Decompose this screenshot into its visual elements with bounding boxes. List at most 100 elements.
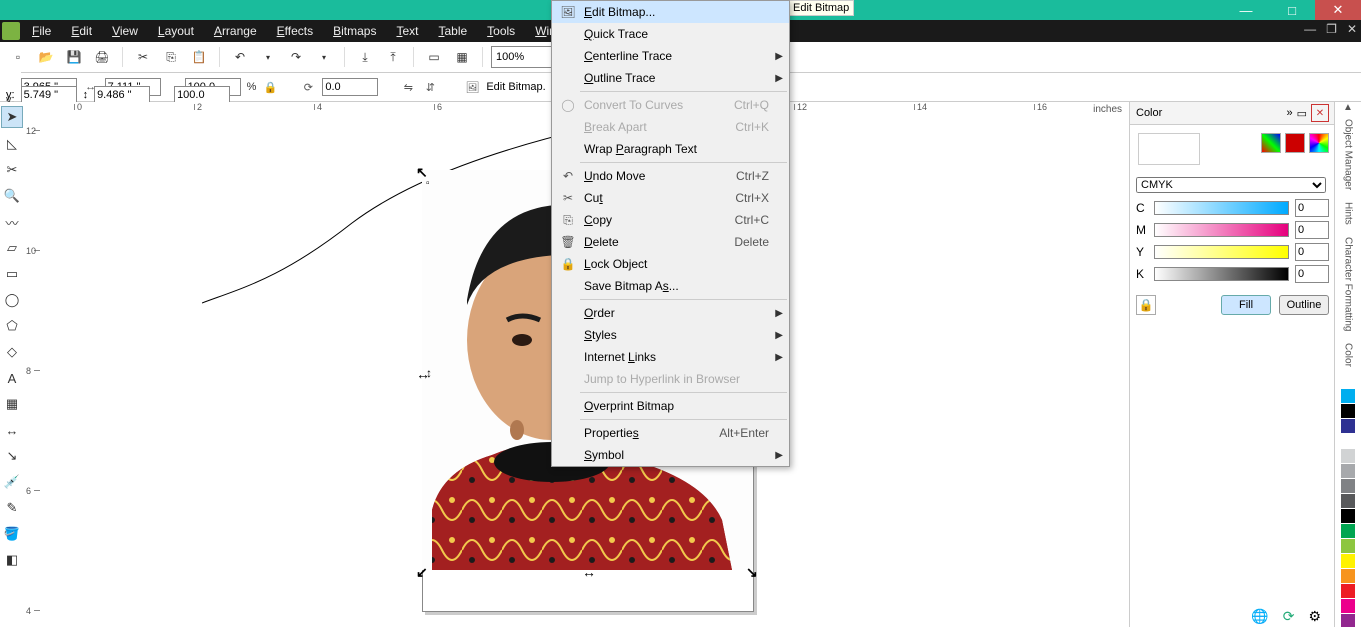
menu-arrange[interactable]: Arrange (204, 21, 267, 41)
palette-swatch[interactable] (1341, 614, 1355, 627)
maximize-button[interactable]: □ (1269, 0, 1315, 20)
viewer-tab-icon[interactable] (1285, 133, 1305, 153)
palette-swatch[interactable] (1341, 464, 1355, 478)
docker-tab-object-manager[interactable]: Object Manager (1343, 119, 1354, 190)
handle-w[interactable]: ↔ (416, 366, 426, 376)
paste-icon[interactable]: 📋 (187, 45, 211, 69)
copy-icon[interactable]: ⎘ (159, 45, 183, 69)
eyedropper-tool[interactable]: 💉 (2, 472, 22, 492)
ctx-cut[interactable]: ✂CutCtrl+X (552, 187, 789, 209)
ctx-overprint-bitmap[interactable]: Overprint Bitmap (552, 395, 789, 417)
handle-sw[interactable]: ↙ (416, 564, 426, 574)
palette-swatch[interactable] (1341, 449, 1355, 463)
menu-effects[interactable]: Effects (267, 21, 323, 41)
ctx-symbol[interactable]: Symbol▶ (552, 444, 789, 466)
palette-swatch[interactable] (1341, 584, 1355, 598)
menu-view[interactable]: View (102, 21, 148, 41)
connector-tool[interactable]: ↘ (2, 446, 22, 466)
ctx-quick-trace[interactable]: Quick Trace (552, 23, 789, 45)
palette-swatch[interactable] (1341, 494, 1355, 508)
import-icon[interactable]: ⤓ (353, 45, 377, 69)
palette-tab-icon[interactable] (1309, 133, 1329, 153)
ctx-copy[interactable]: ⎘CopyCtrl+C (552, 209, 789, 231)
outline-tool[interactable]: ✎ (2, 498, 22, 518)
ctx-lock-object[interactable]: 🔒Lock Object (552, 253, 789, 275)
ctx-order[interactable]: Order▶ (552, 302, 789, 324)
palette-swatch[interactable] (1341, 569, 1355, 583)
palette-swatch[interactable] (1341, 554, 1355, 568)
menu-edit[interactable]: Edit (61, 21, 102, 41)
edit-bitmap-icon[interactable]: 🖼 (464, 79, 480, 95)
docker-more-icon[interactable]: » (1286, 107, 1292, 119)
globe-icon[interactable]: 🌐 (1251, 608, 1268, 625)
crop-tool[interactable]: ✂ (2, 160, 22, 180)
save-icon[interactable]: 💾 (62, 45, 86, 69)
ctx-centerline-trace[interactable]: Centerline Trace▶ (552, 45, 789, 67)
palette-up-icon[interactable]: ▲ (1343, 102, 1353, 113)
channel-value-k[interactable] (1295, 265, 1329, 283)
docker-close-icon[interactable]: ✕ (1311, 104, 1329, 122)
pick-tool[interactable]: ➤ (1, 106, 23, 128)
publish-icon[interactable]: ▭ (422, 45, 446, 69)
fill-tool[interactable]: 🪣 (2, 524, 22, 544)
menu-table[interactable]: Table (428, 21, 477, 41)
undo-icon[interactable]: ↶ (228, 45, 252, 69)
redo-icon[interactable]: ↷ (284, 45, 308, 69)
outline-button[interactable]: Outline (1279, 295, 1329, 315)
color-model-select[interactable]: CMYK (1136, 177, 1326, 193)
menu-text[interactable]: Text (386, 21, 428, 41)
undo-dropdown-icon[interactable]: ▾ (256, 45, 280, 69)
channel-value-m[interactable] (1295, 221, 1329, 239)
basic-shapes-tool[interactable]: ◇ (2, 342, 22, 362)
close-button[interactable]: ✕ (1315, 0, 1361, 20)
ctx-save-bitmap-as-[interactable]: Save Bitmap As... (552, 275, 789, 297)
mirror-h-icon[interactable]: ⇋ (400, 79, 416, 95)
menu-layout[interactable]: Layout (148, 21, 204, 41)
docker-tab-hints[interactable]: Hints (1343, 202, 1354, 225)
ctx-properties[interactable]: PropertiesAlt+Enter (552, 422, 789, 444)
app-launcher-icon[interactable]: ▦ (450, 45, 474, 69)
handle-nw[interactable]: ↖ (416, 164, 426, 174)
lock-color-icon[interactable]: 🔒 (1136, 295, 1156, 315)
palette-swatch[interactable] (1341, 419, 1355, 433)
shape-tool[interactable]: ◺ (2, 134, 22, 154)
cut-icon[interactable]: ✂ (131, 45, 155, 69)
menu-tools[interactable]: Tools (477, 21, 525, 41)
handle-se[interactable]: ↘ (746, 564, 756, 574)
menu-file[interactable]: File (22, 21, 61, 41)
ellipse-tool[interactable]: ◯ (2, 290, 22, 310)
settings-icon[interactable]: ⚙ (1308, 608, 1321, 625)
docker-tab-character-formatting[interactable]: Character Formatting (1343, 237, 1354, 331)
docker-collapse-icon[interactable]: ▭ (1297, 107, 1307, 120)
zoom-tool[interactable]: 🔍 (2, 186, 22, 206)
palette-swatch[interactable] (1341, 479, 1355, 493)
fill-button[interactable]: Fill (1221, 295, 1271, 315)
channel-value-y[interactable] (1295, 243, 1329, 261)
palette-swatch[interactable] (1341, 404, 1355, 418)
interactive-fill-tool[interactable]: ◧ (2, 550, 22, 570)
handle-center-w[interactable]: ↕ (426, 366, 436, 376)
mdi-minimize[interactable]: — (1304, 22, 1316, 36)
polygon-tool[interactable]: ⬠ (2, 316, 22, 336)
ctx-outline-trace[interactable]: Outline Trace▶ (552, 67, 789, 89)
export-icon[interactable]: ⤒ (381, 45, 405, 69)
palette-swatch[interactable] (1341, 434, 1355, 448)
ctx-undo-move[interactable]: ↶Undo MoveCtrl+Z (552, 165, 789, 187)
mdi-close[interactable]: ✕ (1347, 22, 1357, 36)
lock-ratio-icon[interactable]: 🔒 (262, 79, 278, 95)
channel-slider-m[interactable] (1154, 223, 1289, 237)
palette-swatch[interactable] (1341, 509, 1355, 523)
table-tool[interactable]: ▦ (2, 394, 22, 414)
channel-slider-y[interactable] (1154, 245, 1289, 259)
rectangle-tool[interactable]: ▭ (2, 264, 22, 284)
ctx-internet-links[interactable]: Internet Links▶ (552, 346, 789, 368)
smart-fill-tool[interactable]: ▱ (2, 238, 22, 258)
channel-slider-c[interactable] (1154, 201, 1289, 215)
docker-tab-color[interactable]: Color (1343, 343, 1354, 367)
new-icon[interactable]: ▫ (6, 45, 30, 69)
palette-swatch[interactable] (1341, 539, 1355, 553)
minimize-button[interactable]: — (1223, 0, 1269, 20)
palette-swatch[interactable] (1341, 374, 1355, 388)
handle-s[interactable]: ↔ (582, 564, 592, 574)
palette-swatch[interactable] (1341, 389, 1355, 403)
